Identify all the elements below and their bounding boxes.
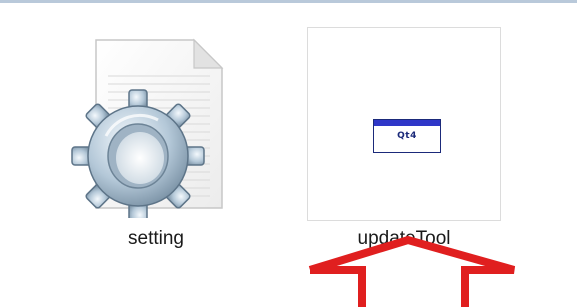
window-top-border [0,0,577,3]
titlebar [374,120,440,126]
red-up-arrow-icon [308,235,516,307]
file-icon-frame: Qt4 [307,27,501,221]
file-item-setting[interactable]: setting [56,18,256,258]
app-icon-text: Qt4 [397,131,417,141]
file-item-updatetool[interactable]: Qt4 updateTool [306,26,502,254]
settings-file-icon [56,18,256,223]
file-name-label: setting [128,228,184,249]
application-window-icon: Qt4 [373,119,441,153]
